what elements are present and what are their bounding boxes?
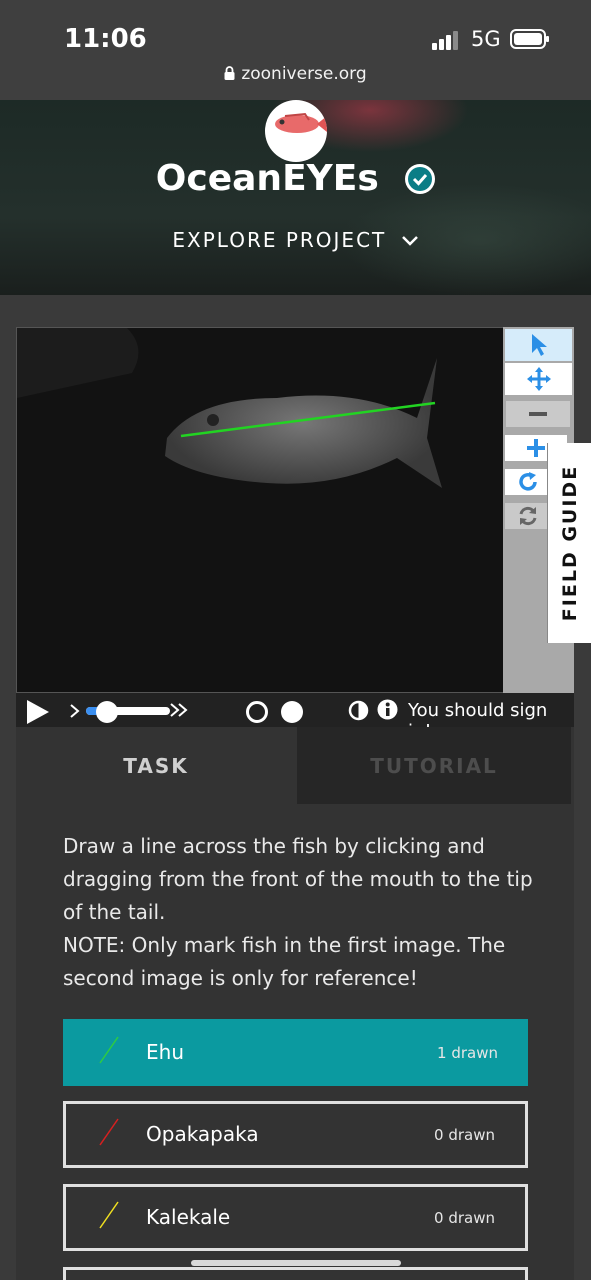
choice-label: Kalekale: [146, 1205, 231, 1229]
task-instructions: Draw a line across the fish by clicking …: [63, 830, 533, 995]
info-icon[interactable]: [377, 699, 398, 720]
subject-image[interactable]: [16, 327, 504, 693]
clock: 11:06: [64, 24, 147, 54]
choice-label: Opakapaka: [146, 1122, 259, 1146]
slider-thumb[interactable]: [96, 701, 118, 723]
field-guide-label: FIELD GUIDE: [558, 464, 581, 622]
reset-button[interactable]: [505, 503, 551, 529]
choice-ehu[interactable]: Ehu 1 drawn: [63, 1019, 528, 1086]
signal-icon: [432, 31, 458, 50]
choice-opakapaka[interactable]: Opakapaka 0 drawn: [63, 1101, 528, 1168]
line-tool-icon: [99, 1036, 119, 1064]
instruction-line: Draw a line across the fish by clicking …: [63, 834, 533, 924]
line-tool-icon: [99, 1118, 119, 1146]
zoom-out-icon: [529, 412, 547, 416]
subject-image-canvas[interactable]: [17, 328, 504, 693]
choice-count: 1 drawn: [437, 1044, 498, 1062]
verified-badge-icon: [405, 163, 436, 194]
explore-project-label: EXPLORE PROJECT: [172, 228, 387, 252]
tab-tutorial[interactable]: TUTORIAL: [297, 727, 571, 804]
battery-icon: [510, 29, 549, 49]
playback-controls: You should sign in!: [16, 693, 574, 742]
chevron-down-icon: [401, 236, 418, 246]
frame-2-dot[interactable]: [281, 701, 303, 723]
line-tool-icon: [99, 1201, 119, 1229]
rotate-button[interactable]: [505, 469, 551, 495]
explore-project-button[interactable]: EXPLORE PROJECT: [0, 228, 591, 252]
rotate-icon: [519, 472, 537, 491]
task-tabs: TASK TUTORIAL: [16, 727, 574, 804]
choice-partial[interactable]: [63, 1267, 528, 1280]
address-bar[interactable]: zooniverse.org: [0, 64, 591, 84]
home-indicator[interactable]: [191, 1260, 401, 1266]
reset-icon: [519, 506, 537, 526]
fast-forward-icon[interactable]: [170, 703, 188, 717]
choice-kalekale[interactable]: Kalekale 0 drawn: [63, 1184, 528, 1251]
status-bar: 11:06 5G zooniverse.org: [0, 0, 591, 100]
frame-1-dot[interactable]: [246, 701, 268, 723]
project-title[interactable]: OceanEYEs: [156, 158, 379, 199]
field-guide-tab[interactable]: FIELD GUIDE: [547, 443, 591, 643]
instruction-note: NOTE: Only mark fish in the first image.…: [63, 933, 506, 990]
move-tool-button[interactable]: [505, 363, 572, 395]
chevron-right-icon[interactable]: [70, 704, 80, 718]
contrast-icon[interactable]: [348, 700, 369, 721]
pointer-tool-button[interactable]: [505, 329, 572, 361]
project-avatar[interactable]: [265, 100, 327, 162]
choice-count: 0 drawn: [434, 1126, 495, 1144]
choice-count: 0 drawn: [434, 1209, 495, 1227]
tab-task[interactable]: TASK: [16, 727, 296, 804]
play-icon[interactable]: [26, 699, 50, 725]
choice-label: Ehu: [146, 1040, 184, 1064]
fish-logo-icon: [275, 112, 327, 133]
network-label: 5G: [471, 27, 501, 51]
zoom-in-icon: [527, 439, 545, 457]
project-title-row: OceanEYEs: [0, 158, 591, 199]
url-text: zooniverse.org: [241, 64, 367, 84]
pointer-icon: [531, 334, 547, 356]
zoom-out-button[interactable]: [506, 401, 570, 427]
task-panel: TASK TUTORIAL Draw a line across the fis…: [16, 727, 574, 1280]
project-header: OceanEYEs EXPLORE PROJECT: [0, 100, 591, 295]
lock-icon: [224, 66, 235, 80]
move-icon: [526, 367, 551, 391]
